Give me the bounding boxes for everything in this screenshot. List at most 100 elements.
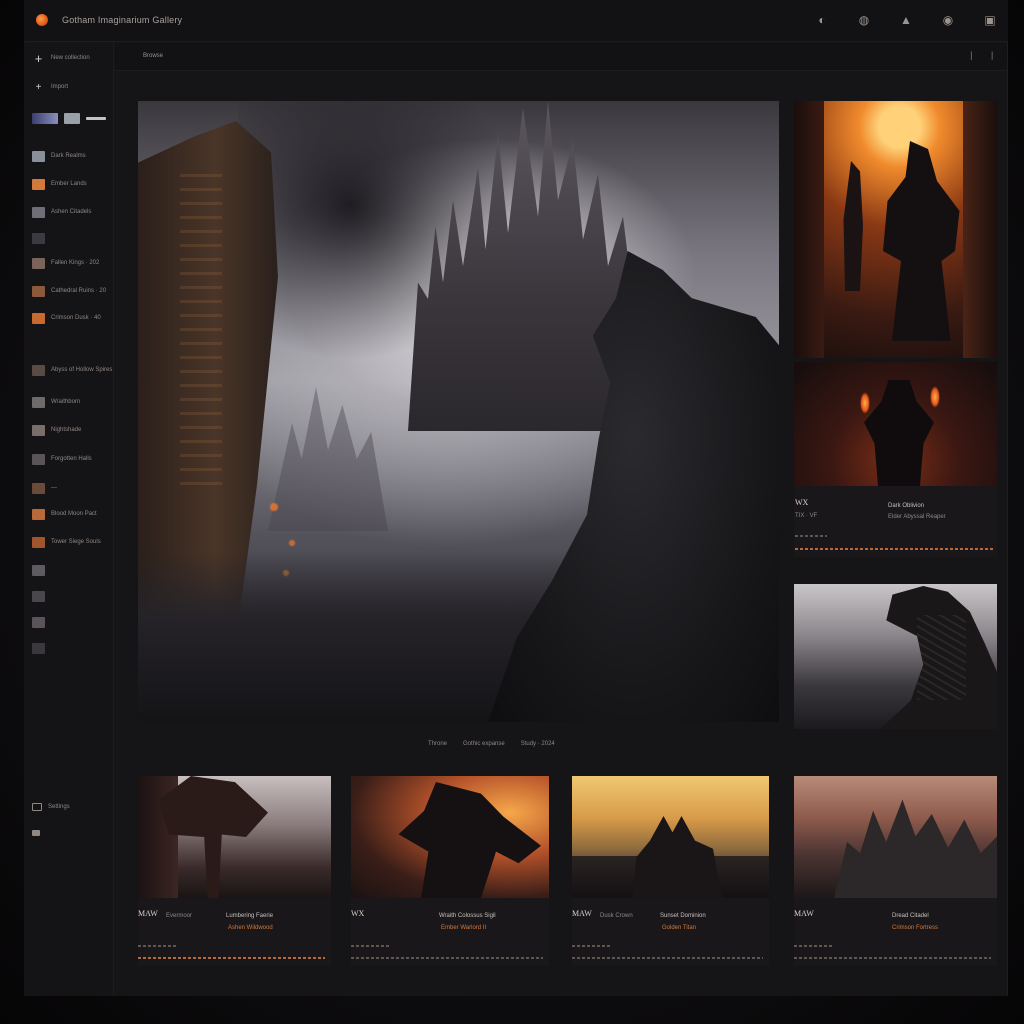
settings-label: Settings <box>48 804 70 810</box>
new-collection-button[interactable]: + New collection <box>32 51 90 65</box>
tray-icon <box>32 830 40 836</box>
sidebar-item[interactable] <box>32 615 51 629</box>
collection-thumb-icon <box>32 396 45 408</box>
dark-warrior <box>864 380 934 486</box>
card-tag <box>138 945 176 947</box>
sidebar-item[interactable]: Dark Realms <box>32 149 86 163</box>
plus-small-icon: + <box>35 81 42 93</box>
sidebar-item[interactable]: Blood Moon Pact <box>32 507 97 521</box>
user-icon[interactable]: ◉ <box>938 10 958 30</box>
crowned-silhouette <box>632 816 722 898</box>
sidebar-item[interactable]: Nightshade <box>32 423 81 437</box>
collection-thumb-icon <box>32 257 45 269</box>
card-tag <box>572 945 610 947</box>
sidebar-item[interactable]: Wraithborn <box>32 395 80 409</box>
collection-thumb-icon <box>32 482 45 494</box>
tray-button[interactable] <box>32 826 40 840</box>
hero-artwork[interactable] <box>138 101 779 722</box>
card-subtitle: Evermoor <box>166 913 193 919</box>
artwork-thumbnail[interactable] <box>572 776 769 898</box>
sidebar-item[interactable] <box>32 589 51 603</box>
collection-thumb-icon <box>32 642 45 654</box>
sidebar-item-label: Cathedral Ruins · 20 <box>51 288 107 294</box>
artwork-thumbnail[interactable] <box>794 362 997 486</box>
collection-thumb-icon <box>32 206 45 218</box>
card-divider <box>794 957 991 959</box>
sidebar-item[interactable]: Forgotten Halls <box>32 452 92 466</box>
app-logo-icon[interactable] <box>36 14 48 26</box>
sidebar-item[interactable]: Cathedral Ruins · 20 <box>32 284 106 298</box>
sidebar-item[interactable]: Abyss of Hollow Spires <box>32 363 112 377</box>
sidebar-item-label: Fallen Kings · 202 <box>51 260 100 266</box>
sidebar-thumb-strip[interactable] <box>32 111 106 125</box>
card-caption: Dread Citadel <box>892 913 929 919</box>
sidebar-item[interactable]: Crimson Dusk · 40 <box>32 311 101 325</box>
card-tag <box>795 535 827 537</box>
more-icon[interactable]: ▕ <box>987 52 995 60</box>
sidebar-item[interactable]: Fallen Kings · 202 <box>32 256 99 270</box>
hero-caption-part: Gothic expanse <box>463 741 505 747</box>
collection-thumb-icon <box>32 616 45 628</box>
torch-flame <box>930 386 940 408</box>
horned-beast <box>880 586 997 729</box>
collection-thumb-icon <box>32 453 45 465</box>
breadcrumb[interactable]: Browse <box>143 53 163 59</box>
sidebar-item-label: Crimson Dusk · 40 <box>51 315 101 321</box>
card-title: WX <box>795 498 809 507</box>
sidebar-item[interactable] <box>32 563 51 577</box>
hero-caption-part: Throne <box>428 741 448 747</box>
card-divider <box>795 548 993 550</box>
sidebar-item-label: Nightshade <box>51 427 82 433</box>
artwork-thumbnail[interactable] <box>794 584 997 729</box>
thumbnail-icon <box>64 112 80 124</box>
card-author-sub: Elder Abyssal Reaper <box>888 514 946 520</box>
card-caption-accent: Golden Titan <box>662 925 697 931</box>
card-title: MAW <box>572 909 592 918</box>
settings-icon <box>32 803 42 811</box>
artwork-card[interactable]: MAW Evermoor Lumbering Faerie Ashen Wildwoo… <box>138 776 331 966</box>
bookmark-icon[interactable]: ▣ <box>980 10 1000 30</box>
sidebar-item[interactable] <box>32 641 51 655</box>
theme-icon[interactable]: ◐ <box>812 10 832 30</box>
artwork-thumbnail[interactable] <box>794 101 997 358</box>
sidebar: + New collection + Import Dark Realms Emb… <box>24 43 114 996</box>
sidebar-item[interactable]: Tower Siege Souls <box>32 535 101 549</box>
card-caption: Wraith Colossus Sigil <box>439 913 496 919</box>
trees-left <box>794 101 824 358</box>
collection-thumb-icon <box>32 150 45 162</box>
artwork-card[interactable]: MAW Dusk Crown Sunset Dominion Golden Titan <box>572 776 769 966</box>
split-view-icon[interactable]: ▏ <box>971 52 979 60</box>
brush-icon[interactable]: ▲ <box>896 10 916 30</box>
artwork-card[interactable]: WX Wraith Colossus Sigil Ember Warlord II <box>351 776 549 966</box>
artwork-thumbnail[interactable] <box>351 776 549 898</box>
sub-header: Browse ▏ ▕ <box>115 43 1007 71</box>
card-divider <box>351 957 543 959</box>
sidebar-item[interactable]: Ember Lands <box>32 177 87 191</box>
artwork-thumbnail[interactable] <box>794 776 997 898</box>
artwork-card[interactable]: MAW Dread Citadel Crimson Fortress <box>794 776 997 966</box>
card-caption: Lumbering Faerie <box>226 913 274 919</box>
hero-caption-part: Study · 2024 <box>520 741 555 747</box>
sidebar-item-label: Tower Siege Souls <box>51 539 101 545</box>
card-title: MAW <box>794 909 814 918</box>
collection-thumb-icon <box>32 508 45 520</box>
artwork-thumbnail[interactable] <box>138 776 331 898</box>
settings-button[interactable]: Settings <box>32 800 70 814</box>
sidebar-item-label: Ember Lands <box>51 181 87 187</box>
app-title: Gotham Imaginarium Gallery <box>62 15 183 25</box>
top-bar: Gotham Imaginarium Gallery ◐ ◍ ▲ ◉ ▣ <box>24 0 1008 42</box>
sidebar-item[interactable]: — <box>32 481 57 495</box>
card-divider <box>572 957 763 959</box>
globe-icon[interactable]: ◍ <box>854 10 874 30</box>
new-collection-label: New collection <box>51 55 90 61</box>
collection-thumb-icon <box>32 364 45 376</box>
armored-knight <box>883 141 960 341</box>
sidebar-item[interactable]: Ashen Citadels <box>32 205 91 219</box>
sidebar-item[interactable] <box>32 231 51 245</box>
top-toolbar: ◐ ◍ ▲ ◉ ▣ <box>812 10 1000 30</box>
collection-thumb-icon <box>32 424 45 436</box>
import-button[interactable]: + Import <box>32 80 68 94</box>
sidebar-item-label: Ashen Citadels <box>51 209 92 215</box>
sidebar-item-label: Forgotten Halls <box>51 456 92 462</box>
hero-caption: Throne Gothic expanse Study · 2024 <box>428 741 555 747</box>
